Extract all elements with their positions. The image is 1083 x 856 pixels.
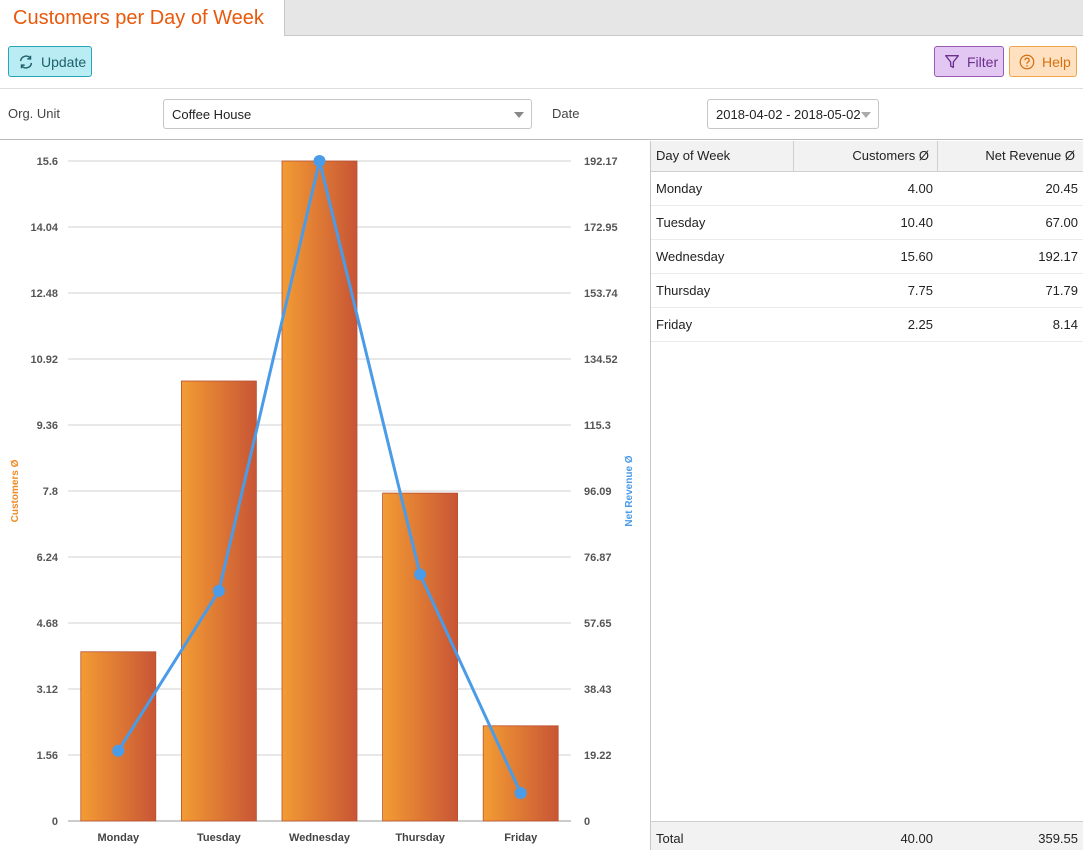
filter-button[interactable]: Filter <box>934 46 1004 77</box>
y-right-tick-label: 153.74 <box>584 288 619 300</box>
chevron-down-icon <box>514 112 524 118</box>
y-axis-left-title: Customers Ø <box>10 459 21 522</box>
date-label: Date <box>552 106 580 121</box>
y-left-tick-label: 7.8 <box>43 486 58 498</box>
x-tick-label: Wednesday <box>289 832 351 844</box>
net-revenue-point-thursday <box>414 568 427 581</box>
chevron-down-icon <box>861 112 871 118</box>
y-left-tick-label: 0 <box>52 816 58 828</box>
cell-customers: 2.25 <box>907 317 933 332</box>
bar-tuesday <box>180 380 257 822</box>
column-header-day[interactable]: Day of Week <box>651 141 794 171</box>
table-row[interactable]: Friday 2.25 8.14 <box>651 308 1083 342</box>
chart-panel: 0 0 1.56 19.22 3.12 38.43 4.68 57.65 6.24 76.87 7.… <box>0 141 650 850</box>
update-button-label: Update <box>41 53 87 70</box>
y-right-tick-label: 19.22 <box>584 750 612 762</box>
cell-customers: 10.40 <box>900 215 933 230</box>
y-left-tick-label: 10.92 <box>30 354 58 366</box>
total-label: Total <box>656 831 684 846</box>
y-left-tick-label: 14.04 <box>30 222 58 234</box>
filter-button-label: Filter <box>967 53 999 70</box>
org-unit-select[interactable]: Coffee House <box>163 99 532 129</box>
cell-customers: 7.75 <box>907 283 933 298</box>
y-right-tick-label: 76.87 <box>584 552 612 564</box>
help-button-label: Help <box>1042 53 1071 70</box>
table-row[interactable]: Tuesday 10.40 67.00 <box>651 206 1083 240</box>
filter-icon <box>945 54 959 68</box>
cell-day: Tuesday <box>656 215 706 230</box>
org-unit-value: Coffee House <box>172 107 252 122</box>
total-net-revenue: 359.55 <box>1038 831 1078 846</box>
cell-day: Wednesday <box>656 249 725 264</box>
table-row[interactable]: Monday 4.00 20.45 <box>651 172 1083 206</box>
x-tick-label: Thursday <box>395 832 445 844</box>
y-axis-right-title: Net Revenue Ø <box>624 455 635 526</box>
bar-friday <box>482 725 559 822</box>
cell-customers: 15.60 <box>900 249 933 264</box>
org-unit-label: Org. Unit <box>8 106 61 121</box>
net-revenue-point-tuesday <box>212 584 225 597</box>
y-left-tick-label: 12.48 <box>30 288 58 300</box>
y-left-tick-label: 1.56 <box>37 750 58 762</box>
update-button[interactable]: Update <box>8 46 92 77</box>
total-customers: 40.00 <box>900 831 933 846</box>
cell-net-revenue: 67.00 <box>1045 215 1078 230</box>
help-icon <box>1019 54 1035 69</box>
data-table: Day of Week Customers Ø Net Revenue Ø Mo… <box>651 141 1083 850</box>
combo-chart: 0 0 1.56 19.22 3.12 38.43 4.68 57.65 6.24 76.87 7.… <box>10 155 635 844</box>
y-left-tick-label: 3.12 <box>37 684 58 696</box>
table-row[interactable]: Thursday 7.75 71.79 <box>651 274 1083 308</box>
table-row[interactable]: Wednesday 15.60 192.17 <box>651 240 1083 274</box>
refresh-icon <box>19 54 33 69</box>
cell-net-revenue: 20.45 <box>1045 181 1078 196</box>
x-tick-label: Monday <box>98 832 140 844</box>
y-left-tick-label: 4.68 <box>37 618 58 630</box>
bar-thursday <box>382 492 459 822</box>
x-tick-label: Tuesday <box>197 832 242 844</box>
net-revenue-point-monday <box>112 744 125 757</box>
y-right-tick-label: 0 <box>584 816 590 828</box>
cell-net-revenue: 192.17 <box>1038 249 1078 264</box>
column-header-net-revenue[interactable]: Net Revenue Ø <box>938 141 1083 171</box>
date-range-value: 2018-04-02 - 2018-05-02 <box>716 107 861 122</box>
cell-customers: 4.00 <box>907 181 933 196</box>
y-right-tick-label: 172.95 <box>584 222 618 234</box>
net-revenue-point-wednesday <box>313 155 326 167</box>
tab-bar: Customers per Day of Week <box>0 0 1083 36</box>
bar-wednesday <box>281 160 358 822</box>
y-left-tick-label: 15.6 <box>37 156 58 168</box>
report-title-tab[interactable]: Customers per Day of Week <box>0 0 285 36</box>
net-revenue-point-friday <box>514 787 527 800</box>
table-header: Day of Week Customers Ø Net Revenue Ø <box>651 141 1083 172</box>
y-right-tick-label: 57.65 <box>584 618 612 630</box>
y-left-tick-label: 9.36 <box>37 420 58 432</box>
y-left-tick-label: 6.24 <box>37 552 59 564</box>
help-button[interactable]: Help <box>1009 46 1077 77</box>
y-right-tick-label: 134.52 <box>584 354 618 366</box>
y-right-tick-label: 115.3 <box>584 420 611 432</box>
cell-day: Monday <box>656 181 703 196</box>
date-range-select[interactable]: 2018-04-02 - 2018-05-02 <box>707 99 879 129</box>
x-tick-label: Friday <box>504 832 538 844</box>
y-right-tick-label: 96.09 <box>584 486 612 498</box>
cell-net-revenue: 71.79 <box>1045 283 1078 298</box>
cell-day: Friday <box>656 317 693 332</box>
column-header-customers[interactable]: Customers Ø <box>794 141 938 171</box>
cell-net-revenue: 8.14 <box>1052 317 1078 332</box>
y-right-tick-label: 192.17 <box>584 156 618 168</box>
toolbar: Update Filter Help <box>0 36 1083 89</box>
table-footer: Total 40.00 359.55 <box>651 821 1083 850</box>
bar-monday <box>80 651 157 822</box>
filter-row: Org. Unit Coffee House Date 2018-04-02 -… <box>0 89 1083 140</box>
cell-day: Thursday <box>656 283 711 298</box>
y-right-tick-label: 38.43 <box>584 684 612 696</box>
page-title: Customers per Day of Week <box>13 7 264 29</box>
